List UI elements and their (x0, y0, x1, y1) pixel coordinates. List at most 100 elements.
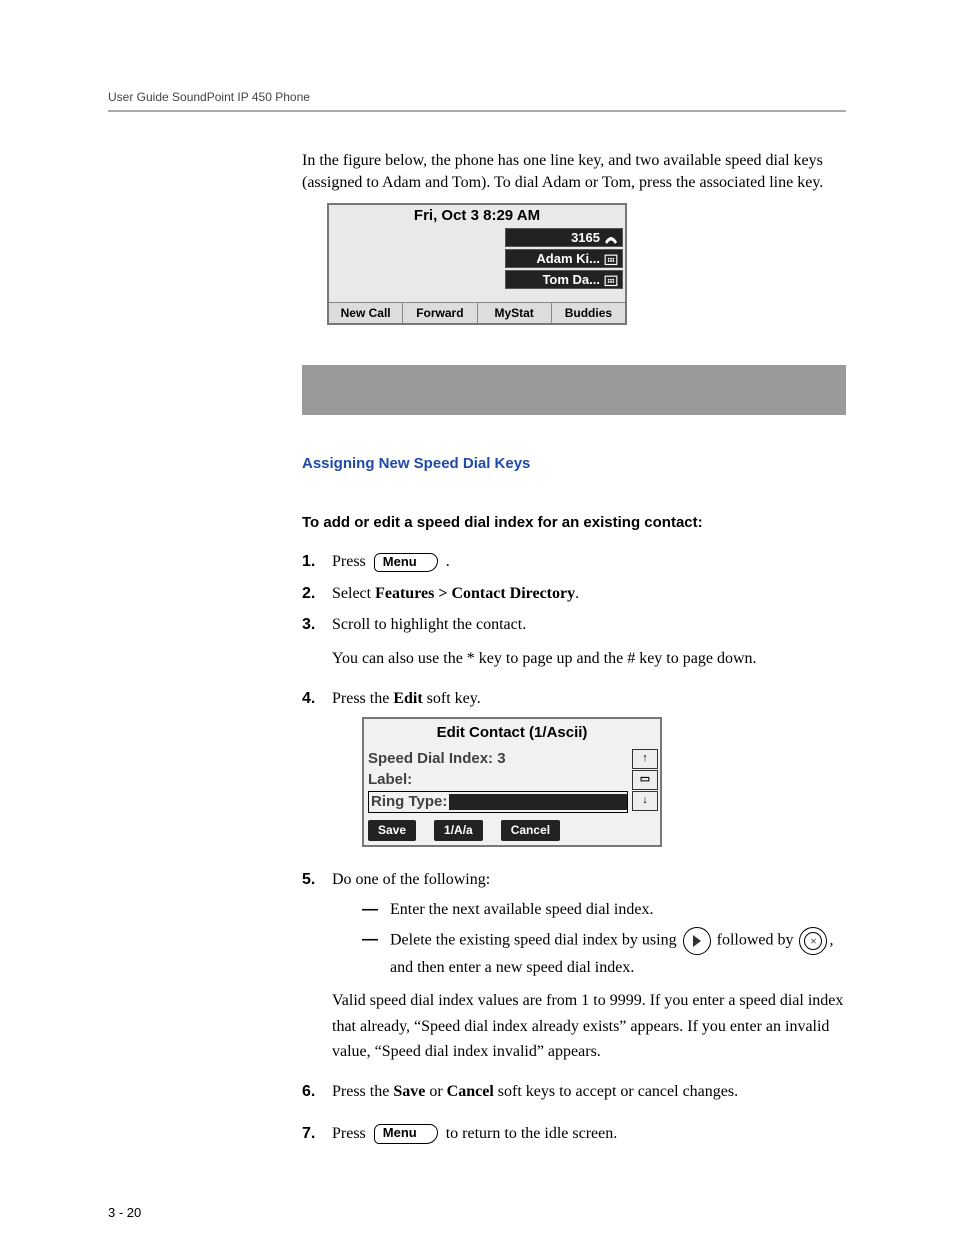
step-4-text-a: Press the (332, 690, 393, 707)
menu-button-icon: Menu (374, 553, 438, 573)
phone-datetime: Fri, Oct 3 8:29 AM (329, 205, 625, 226)
procedure-heading: To add or edit a speed dial index for an… (302, 514, 846, 531)
step-1-text-a: Press (332, 553, 366, 570)
edit-fields: Speed Dial Index: 3 Label: Ring Type: (364, 747, 632, 818)
step-number: 5. (302, 867, 332, 1073)
ordered-list: 1. Press Menu . 2. Select Features > Con… (302, 549, 846, 1146)
scroll-mid-icon: ▭ (632, 770, 658, 790)
line-key-2: Adam Ki... (505, 249, 623, 268)
step-body: Press the Edit soft key. Edit Contact (1… (332, 686, 846, 862)
header-rule (108, 110, 846, 112)
step-4-bold: Edit (393, 690, 422, 707)
step-body: Press Menu to return to the idle screen. (332, 1121, 846, 1147)
figure-idle-screen: Fri, Oct 3 8:29 AM 3165 Adam Ki... (327, 203, 627, 325)
softkey-newcall: New Call (329, 303, 403, 323)
softkey-row: New Call Forward MyStat Buddies (329, 302, 625, 323)
field-speed-dial: Speed Dial Index: 3 (368, 749, 628, 769)
step-number: 6. (302, 1079, 332, 1105)
step-3-text-a: Scroll to highlight the contact. (332, 616, 526, 633)
page-number: 3 - 20 (108, 1205, 141, 1220)
s6c: or (425, 1083, 446, 1100)
step-number: 2. (302, 581, 332, 607)
step-5-sub-1-text: Enter the next available speed dial inde… (390, 897, 846, 923)
edit-body: Speed Dial Index: 3 Label: Ring Type: ↑ … (364, 747, 660, 818)
field-ring-type: Ring Type: (368, 791, 628, 813)
step-7-text-b: to return to the idle screen. (446, 1125, 618, 1142)
dash-icon: — (362, 927, 390, 981)
line-key-1-label: 3165 (571, 230, 600, 245)
step-7: 7. Press Menu to return to the idle scre… (302, 1121, 846, 1147)
step-5-sub-2: — Delete the existing speed dial index b… (362, 927, 846, 981)
section-title: Assigning New Speed Dial Keys (302, 455, 846, 472)
speed-dial-icon (604, 254, 618, 264)
softkey-cancel: Cancel (501, 820, 560, 841)
step-body: Select Features > Contact Directory. (332, 581, 846, 607)
step-body: Scroll to highlight the contact. You can… (332, 612, 846, 679)
menu-button-icon: Menu (374, 1124, 438, 1144)
step-number: 1. (302, 549, 332, 575)
running-header: User Guide SoundPoint IP 450 Phone (108, 90, 846, 104)
line-key-2-label: Adam Ki... (536, 251, 600, 266)
delete-x-icon: × (799, 927, 827, 955)
step-body: Press the Save or Cancel soft keys to ac… (332, 1079, 846, 1105)
step-number: 7. (302, 1121, 332, 1147)
s6e: soft keys to accept or cancel changes. (494, 1083, 738, 1100)
step-body: Do one of the following: — Enter the nex… (332, 867, 846, 1073)
step-5-sublist: — Enter the next available speed dial in… (362, 897, 846, 980)
step-2-text-a: Select (332, 585, 375, 602)
figure-edit-contact: Edit Contact (1/Ascii) Speed Dial Index:… (362, 717, 662, 847)
dash-icon: — (362, 897, 390, 923)
step-5-valid: Valid speed dial index values are from 1… (332, 988, 846, 1065)
field-ring-type-label: Ring Type: (371, 790, 447, 814)
s6d: Cancel (447, 1083, 494, 1100)
scroll-down-icon: ↓ (632, 791, 658, 811)
phone-screen: Fri, Oct 3 8:29 AM 3165 Adam Ki... (327, 203, 627, 325)
scroll-column: ↑ ▭ ↓ (632, 747, 660, 818)
intro-paragraph: In the figure below, the phone has one l… (302, 150, 846, 193)
s6a: Press the (332, 1083, 393, 1100)
field-label: Label: (368, 770, 628, 790)
step-5-sub-2-a: Delete the existing speed dial index by … (390, 931, 677, 948)
line-key-3: Tom Da... (505, 270, 623, 289)
step-number: 4. (302, 686, 332, 862)
step-2-bold: Features > Contact Directory (375, 585, 575, 602)
softkey-buddies: Buddies (552, 303, 625, 323)
softkey-save: Save (368, 820, 416, 841)
step-3: 3. Scroll to highlight the contact. You … (302, 612, 846, 679)
edit-contact-screen: Edit Contact (1/Ascii) Speed Dial Index:… (362, 717, 662, 847)
phone-body-left (329, 226, 503, 302)
step-1: 1. Press Menu . (302, 549, 846, 575)
edit-softkey-row: Save 1/A/a Cancel (364, 818, 660, 845)
phone-icon (604, 233, 618, 243)
arrow-right-icon (683, 927, 711, 955)
step-5-text-a: Do one of the following: (332, 871, 490, 888)
step-3-text-b: You can also use the * key to page up an… (332, 646, 846, 672)
line-key-3-label: Tom Da... (542, 272, 600, 287)
field-ring-type-input (449, 794, 627, 810)
step-2-text-c: . (575, 585, 579, 602)
line-key-column: 3165 Adam Ki... Tom Da... (503, 226, 625, 302)
step-5-sub-1: — Enter the next available speed dial in… (362, 897, 846, 923)
gray-block (302, 365, 846, 415)
step-1-text-b: . (446, 553, 450, 570)
phone-body: 3165 Adam Ki... Tom Da... (329, 226, 625, 302)
step-body: Press Menu . (332, 549, 846, 575)
step-5: 5. Do one of the following: — Enter the … (302, 867, 846, 1073)
step-4: 4. Press the Edit soft key. Edit Contact… (302, 686, 846, 862)
line-key-1: 3165 (505, 228, 623, 247)
speed-dial-icon (604, 275, 618, 285)
softkey-forward: Forward (403, 303, 477, 323)
step-number: 3. (302, 612, 332, 679)
step-7-text-a: Press (332, 1125, 366, 1142)
edit-contact-title: Edit Contact (1/Ascii) (364, 719, 660, 747)
step-5-sub-2-body: Delete the existing speed dial index by … (390, 927, 846, 981)
softkey-mode: 1/A/a (434, 820, 483, 841)
step-5-sub-2-b: followed by (717, 931, 794, 948)
step-6: 6. Press the Save or Cancel soft keys to… (302, 1079, 846, 1105)
s6b: Save (393, 1083, 425, 1100)
softkey-mystat: MyStat (478, 303, 552, 323)
step-2: 2. Select Features > Contact Directory. (302, 581, 846, 607)
scroll-up-icon: ↑ (632, 749, 658, 769)
page-content: User Guide SoundPoint IP 450 Phone In th… (0, 0, 954, 1250)
step-4-text-c: soft key. (423, 690, 481, 707)
